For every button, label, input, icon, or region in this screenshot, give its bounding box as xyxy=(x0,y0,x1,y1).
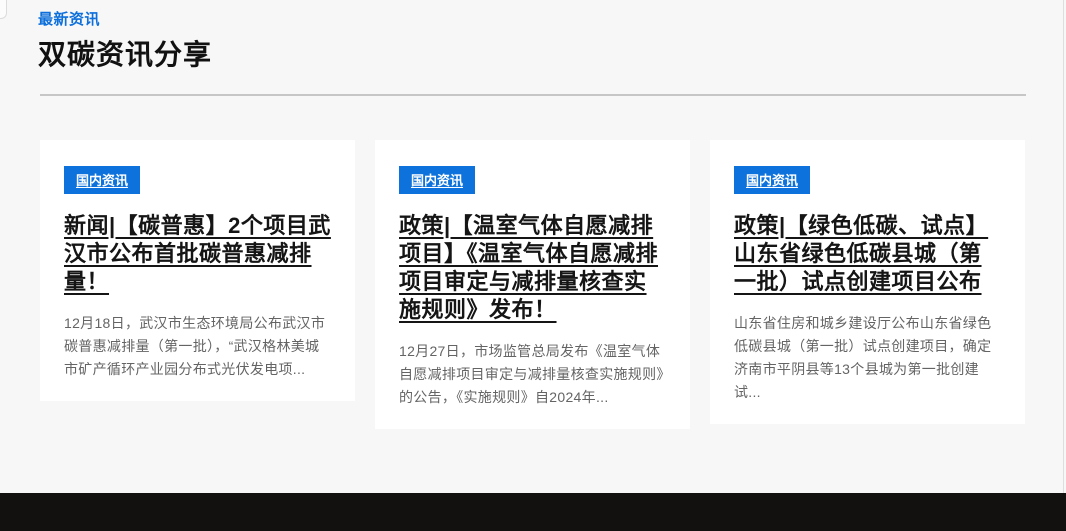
page-right-edge xyxy=(1063,0,1064,493)
article-title-link[interactable]: 政策|【温室气体自愿减排项目】《温室气体自愿减排项目审定与减排量核查实施规则》发… xyxy=(399,212,666,324)
corner-scroll-remnant xyxy=(0,0,7,19)
article-title-link[interactable]: 新闻|【碳普惠】2个项目武汉市公布首批碳普惠减排量！ xyxy=(64,212,331,296)
article-title-link[interactable]: 政策|【绿色低碳、试点】山东省绿色低碳县城（第一批）试点创建项目公布 xyxy=(734,212,1001,296)
category-badge[interactable]: 国内资讯 xyxy=(734,166,810,194)
article-excerpt: 12月27日，市场监管总局发布《温室气体自愿减排项目审定与减排量核查实施规则》的… xyxy=(399,340,666,409)
news-cards-row: 国内资讯 新闻|【碳普惠】2个项目武汉市公布首批碳普惠减排量！ 12月18日，武… xyxy=(40,140,1026,429)
category-badge[interactable]: 国内资讯 xyxy=(64,166,140,194)
article-excerpt: 山东省住房和城乡建设厅公布山东省绿色低碳县城（第一批）试点创建项目，确定济南市平… xyxy=(734,312,1001,404)
news-card: 国内资讯 新闻|【碳普惠】2个项目武汉市公布首批碳普惠减排量！ 12月18日，武… xyxy=(40,140,355,401)
news-card: 国内资讯 政策|【温室气体自愿减排项目】《温室气体自愿减排项目审定与减排量核查实… xyxy=(375,140,690,429)
page-root: 最新资讯 双碳资讯分享 国内资讯 新闻|【碳普惠】2个项目武汉市公布首批碳普惠减… xyxy=(0,0,1066,531)
category-badge[interactable]: 国内资讯 xyxy=(399,166,475,194)
section-eyebrow: 最新资讯 xyxy=(38,8,1026,29)
section-header: 最新资讯 双碳资讯分享 xyxy=(38,8,1026,73)
page-title: 双碳资讯分享 xyxy=(38,33,1026,73)
section-divider xyxy=(40,94,1026,96)
news-card: 国内资讯 政策|【绿色低碳、试点】山东省绿色低碳县城（第一批）试点创建项目公布 … xyxy=(710,140,1025,424)
article-excerpt: 12月18日，武汉市生态环境局公布武汉市碳普惠减排量（第一批），“武汉格林美城市… xyxy=(64,312,331,381)
footer-bar xyxy=(0,493,1066,531)
